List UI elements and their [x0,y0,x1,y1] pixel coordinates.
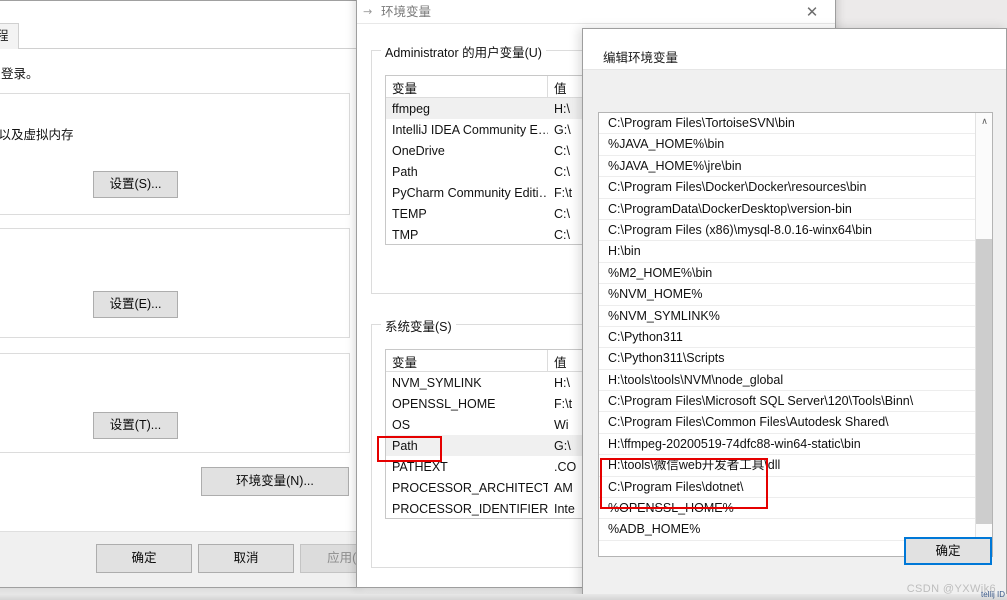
startup-recovery-settings-label: 设置(T)... [109,418,162,433]
list-item[interactable]: C:\Program Files (x86)\mysql-8.0.16-winx… [599,220,975,242]
system-properties-tabstrip: … 高级 系统保护 远程 [0,23,361,49]
scroll-up-icon[interactable]: ∧ [976,113,992,130]
list-item[interactable]: %JAVA_HOME%\jre\bin [599,156,975,178]
edit-panel: C:\Program Files\TortoiseSVN\bin %JAVA_HO… [583,69,1006,559]
system-variable-name: NVM_SYMLINK [392,375,482,390]
environment-variables-label: 环境变量(N)... [236,474,314,489]
sysprops-ok-button[interactable]: 确定 [96,544,192,573]
list-item[interactable]: C:\Python311 [599,327,975,349]
system-variable-name: OS [392,417,411,432]
user-profiles-settings-button[interactable]: 设置(E)... [93,291,178,318]
performance-description: 处理器计划，内存使用，以及虚拟内存 [0,128,74,142]
system-variable-name: PATHEXT [392,459,448,474]
admin-note-text: 改更改，你必须作为管理员登录。 [0,67,39,81]
user-variable-name: OneDrive [392,143,445,158]
system-variable-name: PROCESSOR_IDENTIFIER [392,501,548,516]
performance-settings-label: 设置(S)... [109,177,162,192]
user-variable-name: PyCharm Community Editi… [392,185,548,200]
system-variable-name: OPENSSL_HOME [392,396,496,411]
edit-window-title: 编辑环境变量 [603,51,679,65]
user-variable-name: TEMP [392,206,427,221]
list-item[interactable]: %NVM_HOME% [599,284,975,306]
system-variables-groupbox-label: 系统变量(S) [381,316,456,335]
path-list-scrollbar[interactable]: ∧ ∨ [975,113,992,556]
corner-label: tellij ID [980,590,1005,599]
tab-remote-label: 远程 [0,29,9,43]
list-item[interactable]: C:\Program Files\Common Files\Autodesk S… [599,412,975,434]
sysprops-cancel-button[interactable]: 取消 [198,544,294,573]
edit-ok-label: 确定 [935,543,961,558]
system-col-name: 变量 [386,350,548,371]
list-item[interactable]: C:\ProgramData\DockerDesktop\version-bin [599,199,975,220]
tab-remote[interactable]: 远程 [0,23,19,49]
system-variable-name: PROCESSOR_ARCHITECT… [392,480,548,495]
list-item[interactable]: H:\ffmpeg-20200519-74dfc88-win64-static\… [599,434,975,456]
list-item[interactable]: %NVM_SYMLINK% [599,306,975,327]
user-variables-groupbox-label: Administrator 的用户变量(U) [381,42,546,61]
scrollbar-thumb[interactable] [976,239,992,524]
path-entries-rows: C:\Program Files\TortoiseSVN\bin %JAVA_HO… [599,113,975,556]
system-properties-footer: 确定 取消 应用(A) [0,531,396,587]
user-profiles-groupbox [0,228,350,338]
back-caret-icon: ↗ [359,4,375,20]
sysprops-ok-label: 确定 [131,551,157,566]
user-variable-name: TMP [392,227,419,242]
list-item[interactable]: C:\Program Files\TortoiseSVN\bin [599,113,975,135]
list-item[interactable]: H:\tools\tools\NVM\node_global [599,370,975,392]
system-variable-name: Path [392,438,418,453]
system-properties-window: … 高级 系统保护 远程 改更改，你必须作为管理员登录。 处理器计划，内存使用，… [0,0,396,588]
list-item[interactable]: %JAVA_HOME%\bin [599,134,975,156]
list-item[interactable]: H:\tools\微信web开发者工具\dll [599,455,975,477]
sysprops-cancel-label: 取消 [233,551,259,566]
list-item[interactable]: %OPENSSL_HOME% [599,498,975,520]
user-variable-name: Path [392,164,418,179]
list-item[interactable]: C:\Program Files\Docker\Docker\resources… [599,177,975,199]
edit-footer: 确定 CSDN @YXWik6 [583,537,1006,599]
environment-variables-button[interactable]: 环境变量(N)... [201,467,349,496]
performance-settings-button[interactable]: 设置(S)... [93,171,178,198]
edit-ok-button[interactable]: 确定 [904,537,992,565]
list-item[interactable]: %M2_HOME%\bin [599,263,975,285]
user-variable-name: IntelliJ IDEA Community E… [392,122,548,137]
edit-environment-variable-window: 编辑环境变量 C:\Program Files\TortoiseSVN\bin%… [582,28,1007,600]
user-variable-name: ffmpeg [392,101,430,116]
env-window-title: 环境变量 [381,5,432,19]
list-item[interactable]: H:\bin [599,241,975,263]
list-item[interactable]: C:\Python311\Scripts [599,348,975,370]
user-col-name: 变量 [386,76,548,97]
list-item[interactable]: C:\Program Files\Microsoft SQL Server\12… [599,391,975,413]
bottom-strip [0,594,1007,600]
user-profiles-settings-label: 设置(E)... [109,297,162,312]
path-entries-list[interactable]: C:\Program Files\TortoiseSVN\bin %JAVA_HO… [598,112,993,557]
list-item[interactable]: C:\Program Files\dotnet\ [599,477,975,499]
startup-recovery-settings-button[interactable]: 设置(T)... [93,412,178,439]
